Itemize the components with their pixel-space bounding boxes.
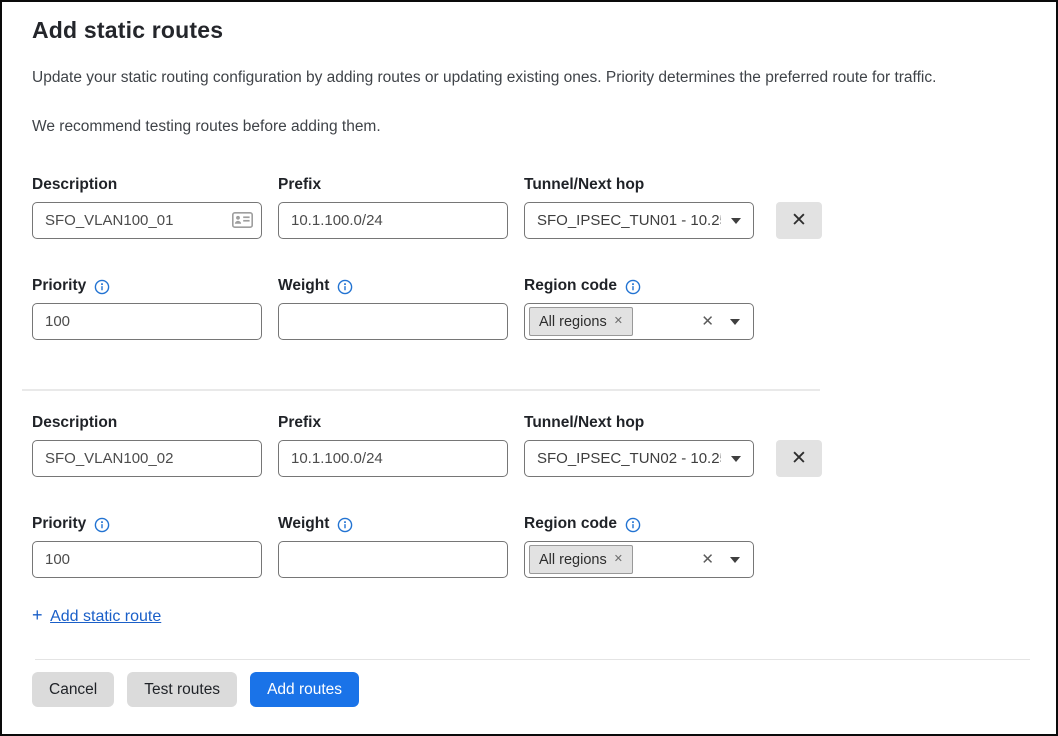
remove-route-button[interactable]: ✕ (776, 202, 822, 239)
description-label: Description (32, 414, 262, 432)
route-group-2: Description Prefix Tunnel/Next hop SFO_I… (32, 414, 1026, 578)
prefix-field-group: Prefix (278, 176, 508, 239)
info-icon[interactable] (94, 517, 110, 533)
description-field-group: Description (32, 176, 262, 239)
prefix-field-group: Prefix (278, 414, 508, 477)
add-static-route-label: Add static route (50, 608, 161, 625)
priority-input[interactable] (32, 541, 262, 578)
chevron-down-icon (730, 319, 740, 325)
info-icon[interactable] (94, 279, 110, 295)
chevron-down-icon (731, 218, 741, 224)
cancel-button[interactable]: Cancel (32, 672, 114, 707)
weight-field-group: Weight (278, 515, 508, 578)
region-field-group: Region code All regions ✕ ✕ (524, 515, 754, 578)
page-title: Add static routes (32, 17, 1026, 44)
route-group-1: Description Prefix (32, 176, 1026, 340)
priority-field-group: Priority (32, 277, 262, 340)
prefix-input[interactable] (278, 440, 508, 477)
region-multiselect[interactable]: All regions ✕ ✕ (524, 541, 754, 578)
chip-close-icon[interactable]: ✕ (614, 554, 623, 565)
info-icon[interactable] (337, 517, 353, 533)
tunnel-label: Tunnel/Next hop (524, 414, 754, 432)
remove-route-button[interactable]: ✕ (776, 440, 822, 477)
description-input[interactable] (32, 202, 262, 239)
weight-input[interactable] (278, 303, 508, 340)
intro-text-line1: Update your static routing configuration… (32, 69, 1026, 87)
priority-field-group: Priority (32, 515, 262, 578)
prefix-label: Prefix (278, 414, 508, 432)
intro-text-line2: We recommend testing routes before addin… (32, 118, 1026, 136)
tunnel-field-group: Tunnel/Next hop SFO_IPSEC_TUN02 - 10.25.… (524, 414, 754, 477)
add-static-routes-dialog: { "dialog": { "title": "Add static route… (0, 0, 1058, 736)
tunnel-field-group: Tunnel/Next hop SFO_IPSEC_TUN01 - 10.25.… (524, 176, 754, 239)
tunnel-select[interactable]: SFO_IPSEC_TUN02 - 10.25... (524, 440, 754, 477)
add-static-route-link[interactable]: + Add static route (32, 608, 161, 625)
info-icon[interactable] (625, 279, 641, 295)
tunnel-select-value: SFO_IPSEC_TUN02 - 10.25... (537, 450, 721, 467)
dialog-footer: Cancel Test routes Add routes (2, 659, 1056, 734)
tunnel-select[interactable]: SFO_IPSEC_TUN01 - 10.25... (524, 202, 754, 239)
info-icon[interactable] (625, 517, 641, 533)
weight-input[interactable] (278, 541, 508, 578)
weight-label: Weight (278, 277, 329, 295)
info-icon[interactable] (337, 279, 353, 295)
clear-selection-icon[interactable]: ✕ (699, 314, 716, 329)
region-code-label: Region code (524, 277, 617, 295)
region-field-group: Region code All regions ✕ ✕ (524, 277, 754, 340)
priority-input[interactable] (32, 303, 262, 340)
region-multiselect[interactable]: All regions ✕ ✕ (524, 303, 754, 340)
tunnel-label: Tunnel/Next hop (524, 176, 754, 194)
description-label: Description (32, 176, 262, 194)
prefix-input[interactable] (278, 202, 508, 239)
clear-selection-icon[interactable]: ✕ (699, 552, 716, 567)
add-routes-button[interactable]: Add routes (250, 672, 359, 707)
prefix-label: Prefix (278, 176, 508, 194)
region-code-label: Region code (524, 515, 617, 533)
priority-label: Priority (32, 277, 86, 295)
region-tag-label: All regions (539, 314, 607, 330)
chip-close-icon[interactable]: ✕ (614, 316, 623, 327)
plus-icon: + (32, 605, 43, 625)
chevron-down-icon (730, 557, 740, 563)
priority-label: Priority (32, 515, 86, 533)
test-routes-button[interactable]: Test routes (127, 672, 237, 707)
region-tag-chip[interactable]: All regions ✕ (529, 307, 633, 336)
route-group-divider (22, 389, 820, 391)
description-field-group: Description (32, 414, 262, 477)
tunnel-select-value: SFO_IPSEC_TUN01 - 10.25... (537, 212, 721, 229)
weight-label: Weight (278, 515, 329, 533)
region-tag-chip[interactable]: All regions ✕ (529, 545, 633, 574)
description-input[interactable] (32, 440, 262, 477)
weight-field-group: Weight (278, 277, 508, 340)
region-tag-label: All regions (539, 552, 607, 568)
chevron-down-icon (731, 456, 741, 462)
